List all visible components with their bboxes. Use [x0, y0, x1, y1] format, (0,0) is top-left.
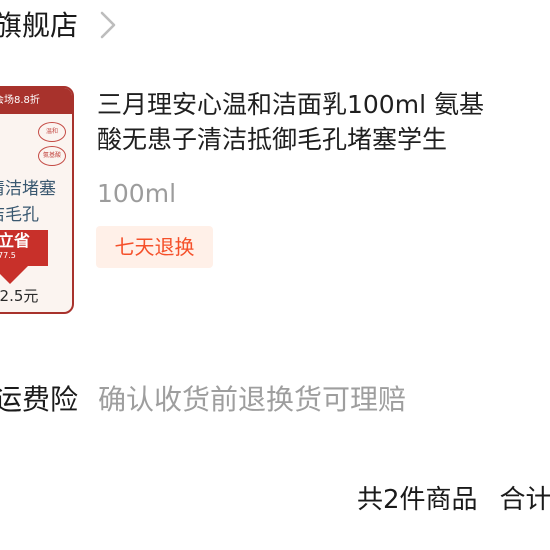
product-spec: 100ml [97, 179, 177, 208]
thumbnail-badges: 温和 氨基酸 [38, 122, 66, 170]
product-title[interactable]: 三月理安心温和洁面乳100ml 氨基 酸无患子清洁抵御毛孔堵塞学生 [97, 87, 550, 157]
thumbnail-text: 清洁堵塞 洁毛孔 [0, 176, 56, 228]
down-arrow-icon [0, 266, 28, 284]
total-label: 合计 [499, 485, 550, 515]
thumbnail-price: 42.5元 [0, 287, 39, 305]
return-policy-tag: 七天退换 [96, 226, 213, 268]
thumbnail-savings-label: 立省 [0, 231, 31, 250]
thumbnail-line: 洁毛孔 [0, 205, 39, 225]
product-title-line: 酸无患子清洁抵御毛孔堵塞学生 [97, 125, 448, 154]
product-title-line: 三月理安心温和洁面乳100ml 氨基 [97, 90, 484, 119]
thumbnail-savings-box: 立省 77.5 [0, 230, 48, 266]
thumbnail-badge: 氨基酸 [38, 146, 66, 166]
order-summary: 共2件商品 合计 [357, 478, 550, 522]
thumbnail-banner: 会场8.8折 [0, 88, 72, 114]
thumbnail-savings-value: 77.5 [0, 251, 16, 260]
store-name[interactable]: 旗舰店 [0, 4, 78, 48]
thumbnail-line: 清洁堵塞 [0, 179, 56, 199]
product-thumbnail[interactable]: 会场8.8折 温和 氨基酸 清洁堵塞 洁毛孔 立省 77.5 42.5元 [0, 86, 74, 314]
shipping-insurance-label: 运费险 [0, 383, 79, 416]
thumbnail-badge: 温和 [38, 122, 66, 142]
shipping-insurance-description: 确认收货前退换货可理赔 [98, 383, 407, 416]
chevron-right-icon[interactable] [96, 9, 120, 41]
item-count: 共2件商品 [357, 485, 478, 515]
